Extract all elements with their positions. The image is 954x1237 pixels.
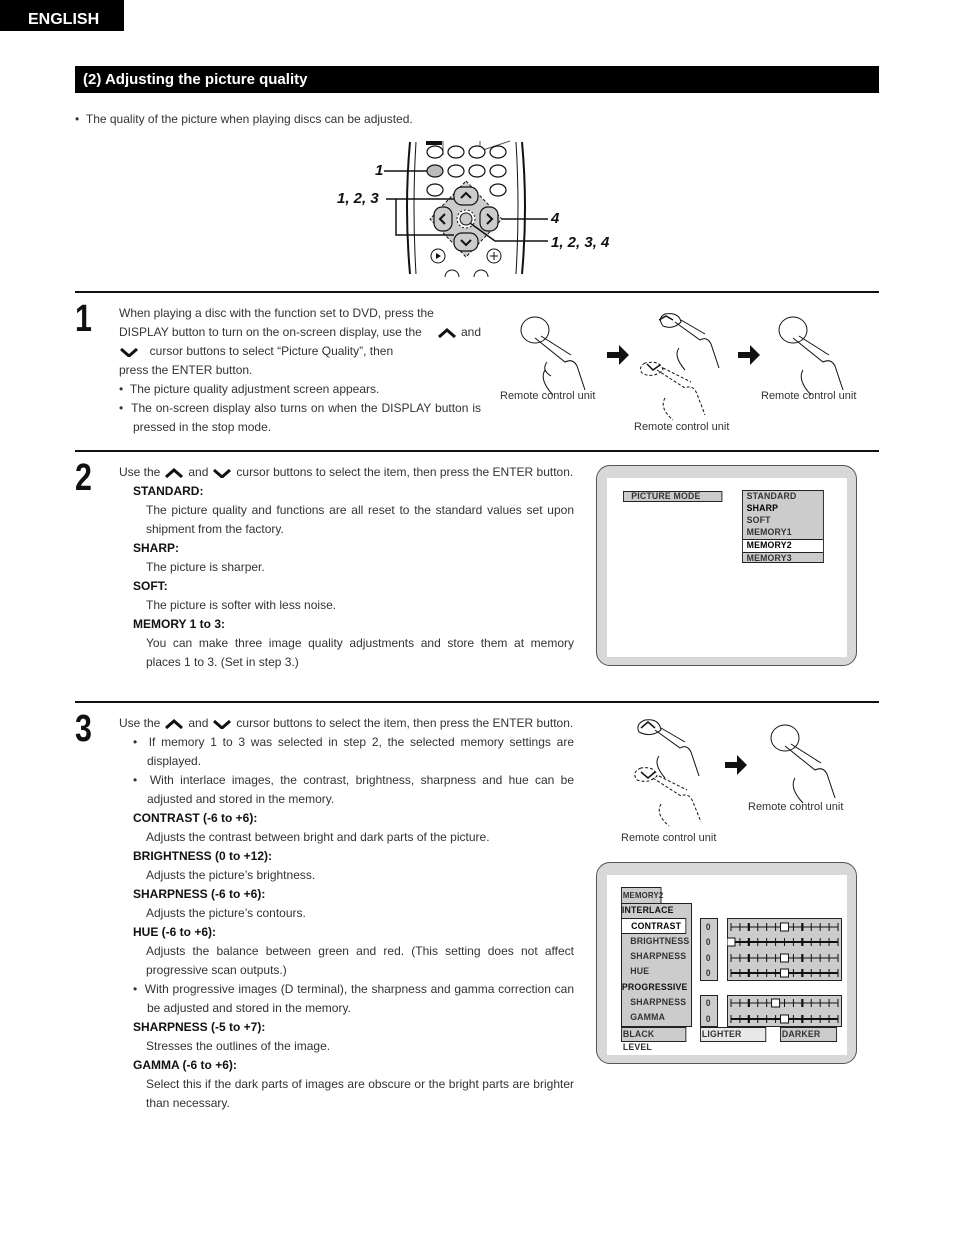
bullet-item: • If memory 1 to 3 was selected in step … — [133, 735, 574, 768]
remote-control-diagram — [384, 140, 548, 278]
osd-darker-option[interactable]: DARKER — [780, 1027, 838, 1043]
caption: Remote control unit — [500, 390, 596, 402]
item-description: Adjusts the picture’s contours. — [146, 906, 306, 920]
osd-option[interactable]: SOFT — [743, 515, 823, 527]
osd-slider[interactable] — [727, 936, 842, 948]
item-description: Stresses the outlines of the image. — [146, 1039, 331, 1053]
slider-knob — [780, 968, 789, 978]
osd-slider[interactable] — [727, 921, 842, 933]
item-heading: SOFT: — [133, 579, 168, 593]
tv-screen: PICTURE MODE STANDARD SHARP SOFT MEMORY1 MEM… — [596, 465, 857, 666]
divider — [75, 291, 879, 293]
divider — [75, 450, 879, 452]
item-description: Select this if the dark parts of images … — [146, 1077, 574, 1110]
item-heading: SHARP: — [133, 541, 180, 555]
osd-menu-item[interactable]: CONTRAST — [621, 918, 687, 934]
osd-option[interactable]: STANDARD — [743, 491, 823, 503]
item-heading: CONTRAST (-6 to +6): — [133, 811, 258, 825]
button-icon — [520, 316, 550, 344]
slider-knob — [780, 953, 789, 963]
osd-lighter-option[interactable]: LIGHTER — [700, 1027, 767, 1043]
item-description: Adjusts the balance between green and re… — [146, 944, 574, 977]
osd-menu-item[interactable]: GAMMA — [621, 1010, 686, 1025]
osd-value: 0 — [705, 967, 711, 978]
osd-value: 0 — [705, 937, 711, 948]
step1-text: When playing a disc with the function se… — [119, 304, 481, 437]
bullet-item: • With interlace images, the contrast, b… — [133, 773, 574, 806]
osd-black-level-label: BLACK LEVEL — [621, 1027, 687, 1053]
osd-option[interactable]: MEMORY2 — [742, 539, 823, 553]
caption: Remote control unit — [634, 421, 730, 433]
divider — [75, 701, 879, 703]
item-description: The picture is softer with less noise. — [146, 598, 337, 612]
callout-label: 1, 2, 3, 4 — [551, 234, 610, 251]
osd-option[interactable]: MEMORY1 — [743, 527, 823, 539]
tv-screen: MEMORY2 INTERLACE CONTRAST BRIGHTNESS SHARPN… — [596, 862, 857, 1064]
cursor-down-icon — [213, 719, 232, 729]
bullet-icon: • — [75, 112, 86, 126]
step2-text: Use the and cursor buttons to select the i… — [119, 463, 574, 672]
section-title: (2) Adjusting the picture quality — [75, 66, 879, 93]
osd-group-label: INTERLACE — [621, 905, 674, 916]
osd-group-label: PROGRESSIVE — [621, 981, 688, 993]
arrow-right-icon — [725, 755, 747, 775]
item-description: Adjusts the contrast between bright and … — [146, 830, 490, 844]
item-heading: MEMORY 1 to 3: — [133, 617, 226, 631]
cursor-up-icon — [165, 718, 184, 729]
osd-value: 0 — [705, 1013, 711, 1024]
item-heading: BRIGHTNESS (0 to +12): — [133, 849, 273, 863]
slider-knob — [771, 998, 781, 1008]
item-heading: SHARPNESS (-5 to +7): — [133, 1020, 266, 1034]
osd-slider[interactable] — [727, 997, 842, 1009]
osd-menu-item[interactable]: SHARPNESS — [621, 949, 686, 964]
item-description: You can make three image quality adjustm… — [146, 636, 574, 669]
step-number: 3 — [75, 708, 92, 750]
caption: Remote control unit — [748, 801, 844, 813]
language-tab: ENGLISH — [0, 0, 124, 31]
osd-option[interactable]: MEMORY3 — [743, 553, 823, 565]
callout-label: 1, 2, 3 — [337, 190, 379, 207]
intro-text: • The quality of the picture when playin… — [75, 112, 413, 126]
item-description: Adjusts the picture’s brightness. — [146, 868, 316, 882]
item-heading: HUE (-6 to +6): — [133, 925, 217, 939]
caption: Remote control unit — [761, 390, 857, 402]
slider-knob — [780, 1014, 789, 1024]
item-heading: STANDARD: — [133, 484, 204, 498]
hand-press-illustration — [520, 313, 844, 421]
arrow-right-icon — [607, 345, 629, 365]
bullet-item: • With progressive images (D terminal), … — [133, 982, 574, 1015]
item-description: The picture is sharper. — [146, 560, 265, 574]
item-heading: GAMMA (-6 to +6): — [133, 1058, 237, 1072]
osd-slider[interactable] — [727, 1013, 842, 1025]
osd-value: 0 — [705, 998, 711, 1009]
osd-option[interactable]: SHARP — [743, 503, 823, 515]
osd-menu-item[interactable]: HUE — [621, 964, 686, 979]
osd-picture-mode-list: STANDARD SHARP SOFT MEMORY1 MEMORY2 MEMORY3 — [742, 490, 824, 565]
bullet-item: • The picture quality adjustment screen … — [119, 382, 380, 396]
osd-value: 0 — [705, 921, 711, 932]
osd-menu-item[interactable]: SHARPNESS — [621, 995, 686, 1010]
slider-knob — [727, 937, 736, 947]
cursor-down-icon — [120, 347, 138, 357]
arrow-right-icon — [738, 345, 760, 365]
bullet-item: • The on-screen display also turns on wh… — [119, 401, 481, 434]
callout-label: 4 — [551, 210, 560, 227]
item-heading: SHARPNESS (-6 to +6): — [133, 887, 266, 901]
cursor-up-icon — [165, 467, 184, 478]
osd-slider[interactable] — [727, 952, 842, 964]
callout-label: 1 — [375, 162, 384, 179]
osd-value: 0 — [705, 952, 711, 963]
slider-knob — [780, 922, 789, 932]
cursor-up-icon — [437, 327, 456, 338]
cursor-down-icon — [213, 468, 232, 478]
step3-text: Use the and cursor buttons to select the i… — [119, 714, 574, 1113]
osd-slider[interactable] — [727, 967, 842, 979]
step-number: 2 — [75, 457, 92, 499]
osd-picture-mode-label: PICTURE MODE — [623, 491, 723, 502]
osd-memory-label: MEMORY2 — [621, 887, 663, 903]
item-description: The picture quality and functions are al… — [146, 503, 574, 536]
caption: Remote control unit — [621, 832, 717, 844]
step-number: 1 — [75, 298, 92, 340]
osd-menu-item[interactable]: BRIGHTNESS — [621, 934, 689, 949]
